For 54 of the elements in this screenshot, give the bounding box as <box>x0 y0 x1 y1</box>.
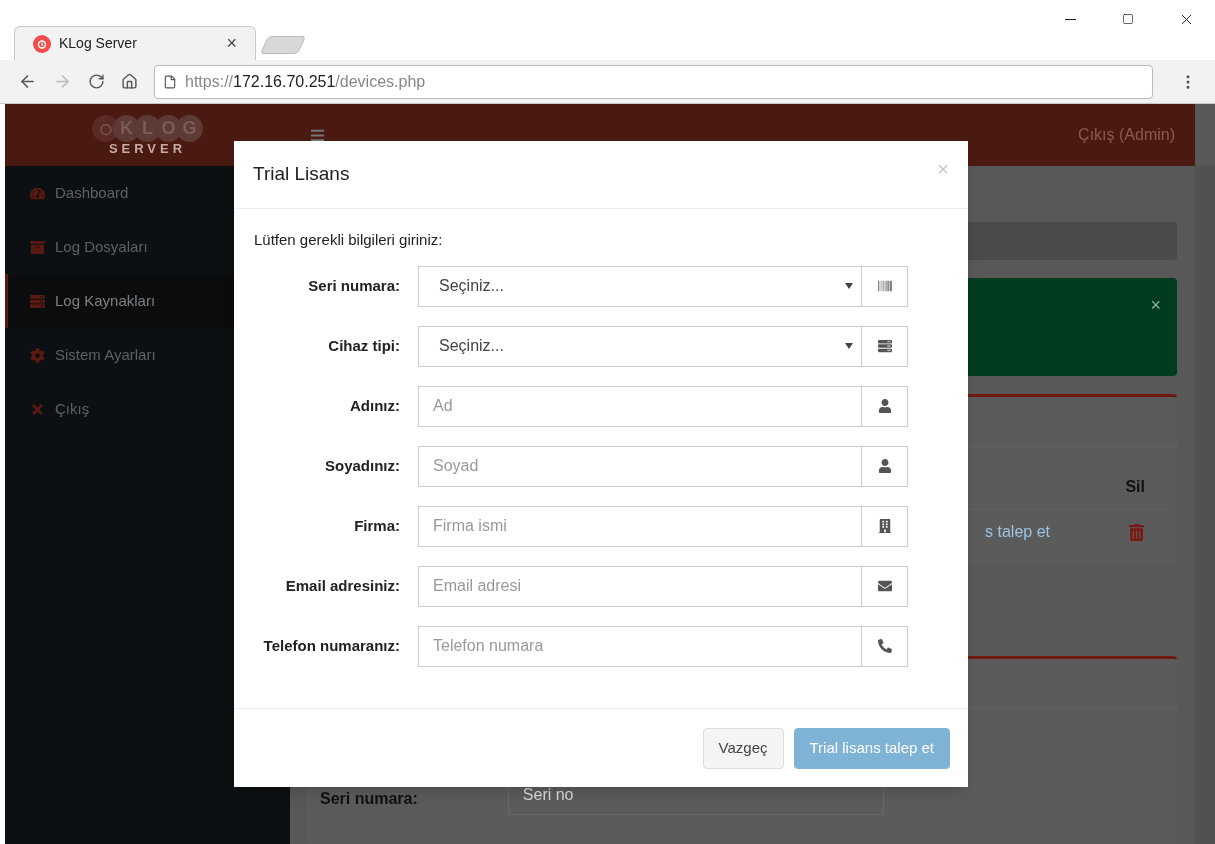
server-icon <box>877 339 892 353</box>
logout-link[interactable]: Çıkış (Admin) <box>1078 123 1175 147</box>
building-icon <box>877 519 892 533</box>
input-field[interactable]: Firma ismi <box>418 505 862 547</box>
maximize-icon <box>1122 13 1134 25</box>
caret-icon <box>845 283 853 289</box>
user-icon <box>877 399 892 413</box>
field-label: Adınız: <box>349 395 400 416</box>
address-field[interactable]: https://172.16.70.251/devices.php <box>154 64 1153 99</box>
table-header-cell-text: Sil <box>1125 477 1145 497</box>
settings-icon <box>30 347 45 363</box>
home-icon[interactable] <box>121 73 138 90</box>
input-field[interactable]: Email adresi <box>418 565 862 607</box>
menu-icon[interactable] <box>310 127 325 143</box>
tab-title: KLog Server <box>59 34 138 53</box>
input-field[interactable]: Soyad <box>418 445 862 487</box>
modal-title: Trial Lisans <box>253 162 350 187</box>
field-label: Firma: <box>353 515 400 536</box>
tab-close-button[interactable]: × <box>226 30 237 57</box>
server-icon <box>30 293 45 309</box>
request-link[interactable]: s talep et <box>985 520 1050 544</box>
forward-icon[interactable] <box>53 72 72 91</box>
trash-icon[interactable] <box>1128 523 1145 541</box>
form-label: Seri numara: <box>320 789 418 809</box>
browser-tab[interactable]: KLog Server × <box>14 26 256 60</box>
back-icon[interactable] <box>18 72 37 91</box>
app-logo-icon <box>33 34 51 53</box>
field-label: Soyadınız: <box>324 455 400 476</box>
close-icon <box>30 401 45 417</box>
input-field[interactable]: Ad <box>418 385 862 427</box>
user-icon <box>877 459 892 473</box>
field-label: Telefon numaranız: <box>262 635 400 656</box>
url-text: https://172.16.70.251/devices.php <box>185 71 426 92</box>
phone-icon <box>877 639 892 653</box>
envelope-icon <box>877 579 892 593</box>
sidebar-item[interactable]: Sistem Ayarları <box>5 328 290 382</box>
page-icon <box>163 74 177 89</box>
alert-close-button[interactable]: × <box>1150 292 1161 319</box>
intro-text: Lütfen gerekli bilgileri giriniz: <box>254 230 444 250</box>
caret-icon <box>845 343 853 349</box>
sidebar-item[interactable]: Çıkış <box>5 382 290 436</box>
field-label: Seri numara: <box>307 275 400 296</box>
dashboard-icon <box>30 185 45 201</box>
minimize-icon <box>1064 18 1076 20</box>
barcode-icon <box>877 279 892 293</box>
archive-icon <box>30 239 45 255</box>
field-label: Email adresiniz: <box>284 575 400 596</box>
reload-icon[interactable] <box>88 73 105 90</box>
select-field[interactable]: Seçiniz... <box>418 325 862 367</box>
logo-subtitle: SERVER <box>108 142 187 155</box>
input-field[interactable]: Telefon numara <box>418 625 862 667</box>
cancel-button[interactable]: Vazgeç <box>702 727 784 769</box>
select-field[interactable]: Seçiniz... <box>418 265 862 307</box>
field-label: Cihaz tipi: <box>327 335 400 356</box>
